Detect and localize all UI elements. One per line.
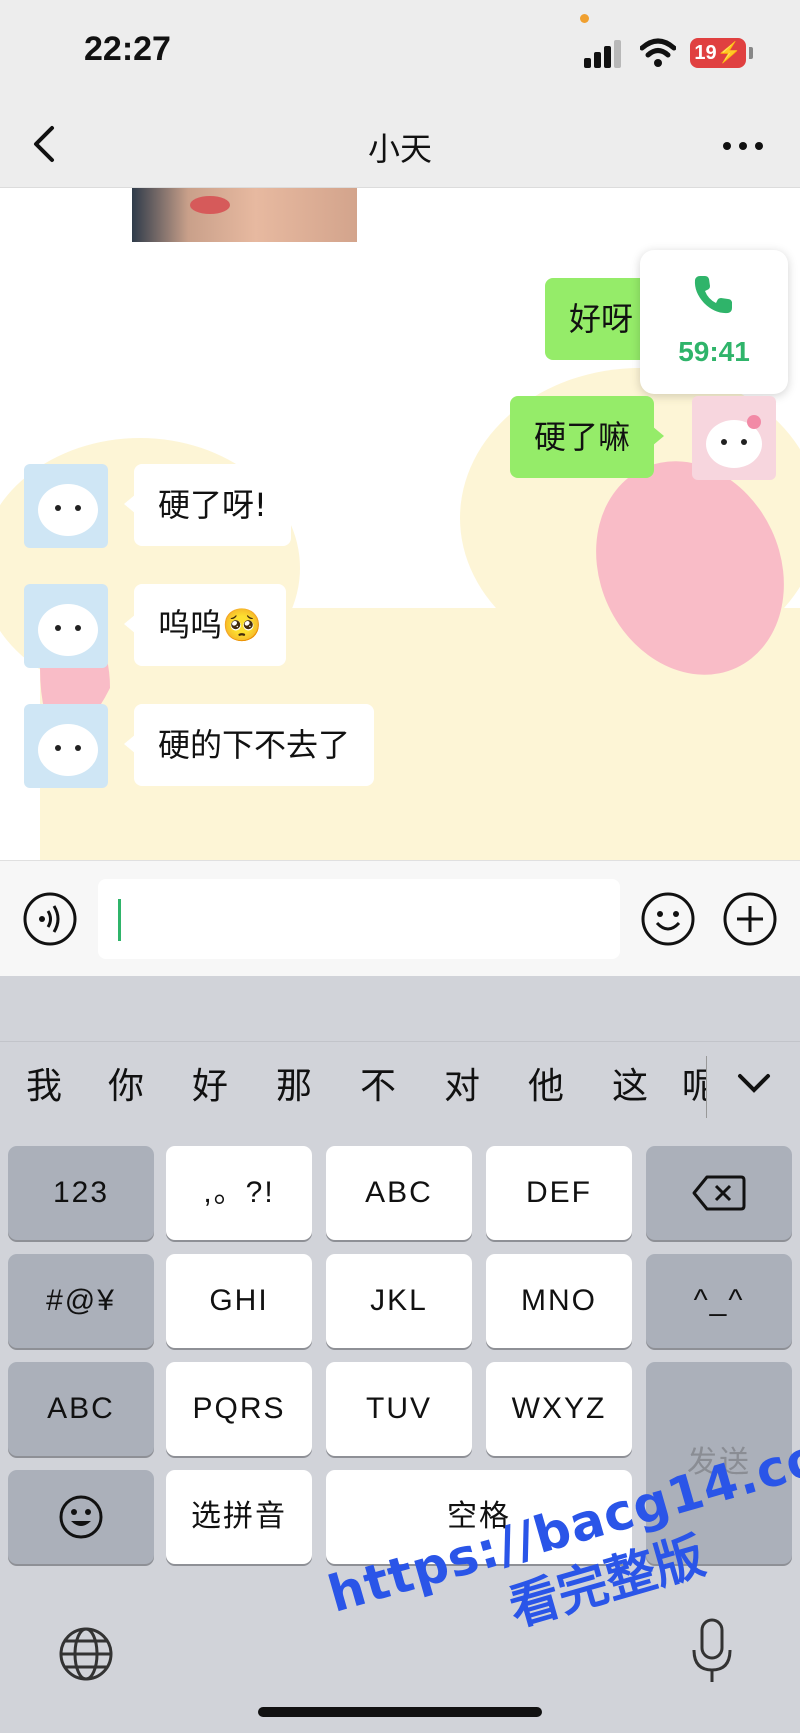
message-bubble-outgoing[interactable]: 硬了嘛 xyxy=(510,396,665,478)
candidate-word[interactable]: 他 xyxy=(516,1042,576,1132)
image-message-thumbnail[interactable] xyxy=(132,188,357,242)
candidate-word[interactable]: 你 xyxy=(96,1042,156,1132)
key-pqrs[interactable]: PQRS xyxy=(166,1362,312,1456)
key-select-pinyin[interactable]: 选拼音 xyxy=(166,1470,312,1564)
chat-title: 小天 xyxy=(367,130,432,168)
chat-header: 小天 xyxy=(0,100,800,188)
candidate-word[interactable]: 对 xyxy=(432,1042,492,1132)
privacy-indicator-dot xyxy=(580,14,589,23)
text-caret xyxy=(118,899,121,941)
key-punctuation[interactable]: ,。?! xyxy=(166,1146,312,1240)
candidate-word[interactable]: 我 xyxy=(14,1042,74,1132)
candidate-bar: 我 你 好 那 不 对 他 这 呢 xyxy=(0,1042,800,1132)
key-def[interactable]: DEF xyxy=(486,1146,632,1240)
message-input-bar xyxy=(0,860,800,976)
message-text-input[interactable] xyxy=(98,879,620,959)
battery-indicator: 19⚡ xyxy=(690,38,746,68)
globe-icon[interactable] xyxy=(56,1624,116,1684)
contact-avatar[interactable] xyxy=(24,584,108,668)
candidate-word[interactable]: 呢 xyxy=(682,1042,706,1132)
home-indicator xyxy=(258,1707,542,1717)
contact-avatar[interactable] xyxy=(24,704,108,788)
candidate-word[interactable]: 不 xyxy=(348,1042,408,1132)
my-avatar[interactable] xyxy=(692,396,776,480)
candidate-word[interactable]: 这 xyxy=(600,1042,660,1132)
microphone-icon[interactable] xyxy=(690,1616,734,1686)
cat-avatar-image xyxy=(38,724,98,776)
chevron-down-icon[interactable] xyxy=(732,1062,776,1106)
battery-tip xyxy=(749,47,753,59)
cellular-signal-icon xyxy=(584,40,621,68)
backspace-key[interactable] xyxy=(646,1146,792,1240)
call-duration: 59:41 xyxy=(678,336,750,367)
key-abc[interactable]: ABC xyxy=(326,1146,472,1240)
emoji-key[interactable] xyxy=(8,1470,154,1564)
key-symbols[interactable]: #@¥ xyxy=(8,1254,154,1348)
add-attachment-icon[interactable] xyxy=(722,891,778,947)
message-bubble-incoming[interactable]: 硬的下不去了 xyxy=(123,704,375,786)
key-switch-abc[interactable]: ABC xyxy=(8,1362,154,1456)
cat-avatar-image xyxy=(38,484,98,536)
key-123[interactable]: 123 xyxy=(8,1146,154,1240)
status-bar: 22:27 19⚡ xyxy=(0,0,800,100)
key-jkl[interactable]: JKL xyxy=(326,1254,472,1348)
candidate-divider xyxy=(706,1056,707,1118)
more-options-icon[interactable] xyxy=(718,120,768,168)
cat-avatar-image xyxy=(706,415,762,468)
backspace-icon xyxy=(692,1175,746,1211)
candidate-word[interactable]: 那 xyxy=(264,1042,324,1132)
phone-icon xyxy=(694,276,732,314)
contact-avatar[interactable] xyxy=(24,464,108,548)
key-ghi[interactable]: GHI xyxy=(166,1254,312,1348)
key-emoticon[interactable]: ^_^ xyxy=(646,1254,792,1348)
voice-call-floating-window[interactable]: 59:41 xyxy=(640,250,788,394)
wifi-icon xyxy=(640,38,676,67)
key-tuv[interactable]: TUV xyxy=(326,1362,472,1456)
message-bubble-incoming[interactable]: 硬了呀! xyxy=(124,464,291,546)
image-message-detail xyxy=(190,196,230,214)
keyboard-toolbar xyxy=(0,976,800,1042)
emoji-face-icon xyxy=(59,1495,103,1539)
candidate-word[interactable]: 好 xyxy=(180,1042,240,1132)
key-mno[interactable]: MNO xyxy=(486,1254,632,1348)
cat-avatar-image xyxy=(38,604,98,656)
battery-level: 19 xyxy=(694,42,717,64)
emoji-icon[interactable] xyxy=(640,891,696,947)
voice-input-icon[interactable] xyxy=(22,891,78,947)
status-time: 22:27 xyxy=(84,30,171,68)
key-wxyz[interactable]: WXYZ xyxy=(486,1362,632,1456)
message-bubble-incoming[interactable]: 呜呜🥺 xyxy=(124,584,286,666)
chat-message-list[interactable]: 好呀 59:41 硬了嘛 硬了呀! 呜呜🥺 硬的下不去了 xyxy=(0,188,800,860)
